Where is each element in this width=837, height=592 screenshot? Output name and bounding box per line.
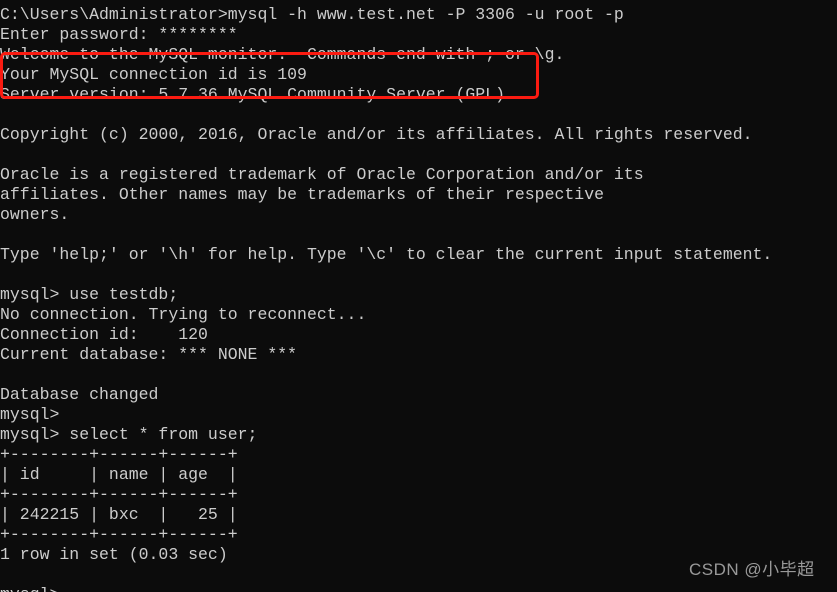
console-output[interactable]: C:\Users\Administrator>mysql -h www.test… [0, 5, 837, 592]
csdn-watermark: CSDN @小毕超 [689, 560, 815, 579]
terminal-window[interactable]: C:\Users\Administrator>mysql -h www.test… [0, 0, 837, 592]
